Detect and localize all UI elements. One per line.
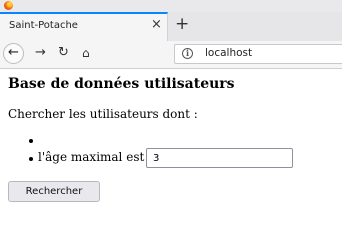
home-button[interactable]: ⌂: [82, 45, 90, 61]
address-bar[interactable]: i localhost: [174, 44, 342, 64]
page-title: Base de données utilisateurs: [8, 76, 235, 92]
forward-button[interactable]: →: [35, 46, 46, 60]
reload-button[interactable]: ↻: [58, 45, 69, 61]
max-age-label: l'âge maximal est: [38, 150, 145, 164]
home-icon: ⌂: [82, 46, 90, 60]
firefox-logo-icon: [4, 1, 13, 10]
url-text[interactable]: localhost: [205, 47, 252, 59]
arrow-left-icon: ←: [8, 45, 19, 60]
close-tab-icon[interactable]: ×: [151, 17, 162, 33]
site-info-icon[interactable]: i: [182, 48, 193, 59]
navigation-toolbar: ← → ↻ ⌂ i localhost: [0, 41, 342, 69]
page-content: Base de données utilisateurs Chercher le…: [0, 69, 342, 245]
back-button[interactable]: ←: [3, 43, 24, 64]
tab-title: Saint-Potache: [9, 20, 78, 31]
window-title-bar: [0, 0, 342, 12]
list-bullet: [29, 157, 33, 161]
search-button[interactable]: Rechercher: [8, 181, 100, 202]
arrow-right-icon: →: [35, 45, 46, 60]
tab-strip: Saint-Potache × +: [0, 12, 342, 42]
tab-saint-potache[interactable]: Saint-Potache ×: [0, 12, 168, 41]
list-bullet: [29, 139, 33, 143]
new-tab-icon[interactable]: +: [175, 14, 189, 34]
reload-icon: ↻: [58, 45, 69, 60]
search-intro-text: Chercher les utilisateurs dont :: [8, 107, 198, 121]
max-age-input[interactable]: [146, 148, 293, 168]
